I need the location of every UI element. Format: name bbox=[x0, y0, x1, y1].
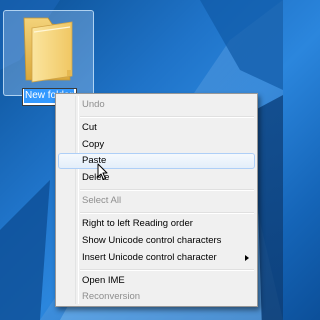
menu-item-label: Select All bbox=[82, 195, 122, 206]
menu-item-paste[interactable]: Paste bbox=[58, 153, 255, 169]
menu-item-undo[interactable]: Undo bbox=[58, 97, 255, 113]
menu-separator bbox=[80, 189, 254, 191]
menu-item-show-unicode[interactable]: Show Unicode control characters bbox=[58, 233, 255, 249]
menu-item-cut[interactable]: Cut bbox=[58, 120, 255, 136]
menu-item-label: Open IME bbox=[82, 275, 125, 286]
menu-separator bbox=[80, 269, 254, 271]
menu-item-copy[interactable]: Copy bbox=[58, 137, 255, 153]
menu-separator bbox=[80, 212, 254, 214]
menu-item-right-to-left[interactable]: Right to left Reading order bbox=[58, 216, 255, 232]
context-menu: Undo Cut Copy Paste Delete Select All Ri… bbox=[55, 93, 258, 307]
menu-item-label: Show Unicode control characters bbox=[82, 235, 222, 246]
menu-item-reconversion[interactable]: Reconversion bbox=[58, 289, 255, 305]
folder-icon bbox=[23, 17, 73, 83]
menu-item-label: Insert Unicode control character bbox=[82, 252, 217, 263]
menu-item-open-ime[interactable]: Open IME bbox=[58, 273, 255, 289]
chevron-right-icon bbox=[245, 255, 249, 261]
menu-item-label: Reconversion bbox=[82, 291, 141, 302]
mouse-cursor-icon bbox=[97, 163, 108, 180]
menu-item-label: Cut bbox=[82, 122, 97, 133]
menu-item-delete[interactable]: Delete bbox=[58, 170, 255, 186]
menu-item-select-all[interactable]: Select All bbox=[58, 193, 255, 209]
menu-item-insert-unicode[interactable]: Insert Unicode control character bbox=[58, 250, 255, 266]
menu-item-label: Undo bbox=[82, 99, 105, 110]
menu-item-label: Right to left Reading order bbox=[82, 218, 193, 229]
menu-item-label: Copy bbox=[82, 139, 105, 150]
folder-selection[interactable] bbox=[3, 10, 94, 96]
menu-separator bbox=[80, 116, 254, 118]
